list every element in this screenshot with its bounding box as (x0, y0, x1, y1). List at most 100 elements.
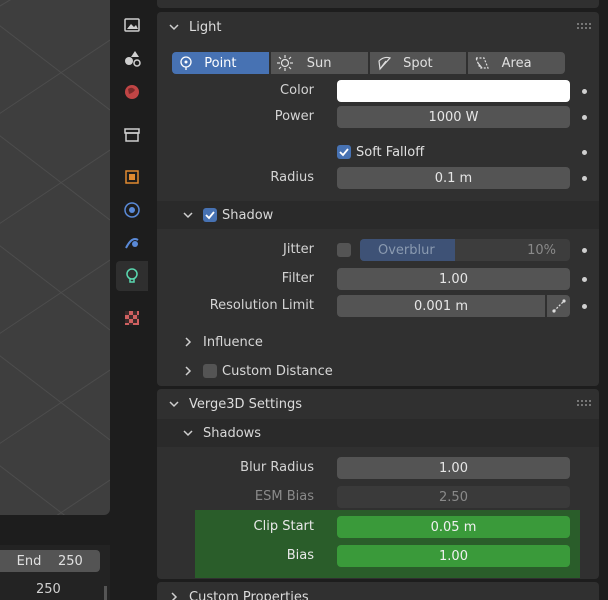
custom-properties-panel: Custom Properties (157, 582, 599, 600)
light-panel: Light Point Sun Spot Area Color Power 10… (157, 12, 599, 386)
constraint-icon (125, 238, 139, 249)
custom-distance-subpanel-header[interactable]: Custom Distance (157, 357, 599, 385)
verge3d-panel-header[interactable]: Verge3D Settings (157, 389, 599, 419)
grip-icon[interactable] (577, 23, 591, 29)
bias-value: 1.00 (439, 548, 468, 564)
resolution-limit-field[interactable]: 0.001 m (337, 295, 545, 317)
resolution-limit-value: 0.001 m (413, 298, 468, 314)
animate-dot[interactable] (582, 304, 587, 309)
jitter-label: Jitter (283, 242, 314, 257)
tab-output[interactable] (116, 10, 148, 40)
blur-radius-field[interactable]: 1.00 (337, 457, 570, 479)
filter-label: Filter (281, 271, 314, 286)
3d-viewport[interactable] (0, 0, 110, 515)
tab-texture[interactable] (116, 303, 148, 333)
esm-bias-value: 2.50 (439, 489, 468, 505)
lightbulb-icon (126, 268, 138, 283)
power-field[interactable]: 1000 W (337, 106, 570, 128)
clip-start-label: Clip Start (253, 519, 314, 534)
end-frame-field[interactable]: End 250 (0, 550, 100, 572)
tab-particles-shading[interactable] (116, 43, 148, 73)
animate-dot[interactable] (582, 277, 587, 282)
physics-icon (124, 202, 140, 218)
resolution-limit-label: Resolution Limit (209, 298, 314, 313)
viewport-grid (0, 0, 110, 515)
blur-radius-value: 1.00 (439, 460, 468, 476)
bias-field[interactable]: 1.00 (337, 545, 570, 567)
world-icon (125, 85, 139, 99)
radius-value: 0.1 m (434, 170, 473, 186)
timeline-area: End 250 250 (0, 545, 110, 600)
shapes-icon (125, 51, 141, 67)
tab-collection[interactable] (116, 120, 148, 150)
point-light-icon (180, 56, 192, 70)
shadow-subpanel-header[interactable]: Shadow (157, 201, 599, 229)
esm-bias-label: ESM Bias (254, 489, 314, 504)
overblur-slider[interactable]: Overblur 10% (360, 239, 570, 261)
radius-field[interactable]: 0.1 m (337, 167, 570, 189)
tab-object[interactable] (116, 162, 148, 192)
custom-distance-label: Custom Distance (222, 363, 333, 379)
chevron-down-icon (183, 212, 193, 219)
animate-dot[interactable] (582, 89, 587, 94)
end-frame-label: End (16, 553, 42, 569)
influence-subpanel-header[interactable]: Influence (157, 328, 599, 356)
properties-editor: Light Point Sun Spot Area Color Power 10… (152, 0, 608, 600)
spot-light-icon (377, 56, 391, 71)
soft-falloff-label: Soft Falloff (356, 144, 425, 160)
bias-label: Bias (286, 548, 314, 563)
timeline-scrollbar[interactable] (104, 586, 107, 600)
light-type-area[interactable]: Area (468, 52, 565, 74)
chevron-right-icon (171, 592, 178, 600)
grip-icon[interactable] (577, 400, 591, 406)
tab-physics[interactable] (116, 195, 148, 225)
checkbox-checked-icon[interactable] (203, 208, 217, 222)
current-frame-number: 250 (36, 582, 61, 597)
soft-falloff-checkbox[interactable]: Soft Falloff (337, 141, 424, 163)
custom-properties-label: Custom Properties (189, 589, 309, 600)
color-swatch[interactable] (337, 80, 570, 102)
properties-tab-strip (110, 0, 152, 600)
tab-world[interactable] (116, 77, 148, 107)
light-type-spot[interactable]: Spot (369, 52, 467, 74)
blur-radius-label: Blur Radius (240, 460, 314, 475)
animate-dot[interactable] (582, 176, 587, 181)
light-type-point[interactable]: Point (172, 52, 269, 74)
light-type-selector: Point Sun Spot Area (172, 52, 565, 74)
light-type-sun[interactable]: Sun (270, 52, 368, 74)
jitter-checkbox[interactable] (337, 243, 351, 257)
distance-picker-icon (551, 299, 566, 313)
animate-dot[interactable] (582, 248, 587, 253)
shadow-label: Shadow (222, 207, 274, 223)
clip-start-field[interactable]: 0.05 m (337, 516, 570, 538)
power-value: 1000 W (428, 109, 479, 125)
filter-value: 1.00 (439, 271, 468, 287)
chevron-right-icon (185, 337, 192, 347)
tab-light-data[interactable] (116, 261, 148, 291)
area-light-icon (475, 57, 490, 69)
chevron-down-icon (183, 430, 193, 437)
end-frame-value: 250 (58, 553, 83, 569)
filter-field[interactable]: 1.00 (337, 268, 570, 290)
light-panel-header[interactable]: Light (157, 12, 599, 42)
animate-dot[interactable] (582, 115, 587, 120)
eyedropper-button[interactable] (547, 295, 570, 317)
checkbox-checked-icon (337, 145, 351, 159)
clip-start-value: 0.05 m (430, 519, 477, 535)
tab-constraints[interactable] (116, 228, 148, 258)
color-label: Color (280, 83, 314, 98)
custom-properties-header[interactable]: Custom Properties (157, 582, 599, 600)
animate-dot[interactable] (582, 150, 587, 155)
chevron-down-icon (169, 401, 179, 408)
overblur-label: Overblur (378, 242, 435, 258)
radius-label: Radius (270, 170, 314, 185)
light-type-label: Sun (306, 55, 332, 71)
custom-distance-checkbox[interactable] (203, 364, 217, 378)
overblur-value: 10% (527, 242, 556, 258)
panel-above (157, 0, 599, 8)
box-icon (124, 128, 140, 142)
light-type-label: Point (204, 55, 237, 71)
image-icon (124, 18, 140, 32)
sun-icon (276, 55, 293, 71)
shadows-subpanel-header[interactable]: Shadows (157, 419, 599, 447)
